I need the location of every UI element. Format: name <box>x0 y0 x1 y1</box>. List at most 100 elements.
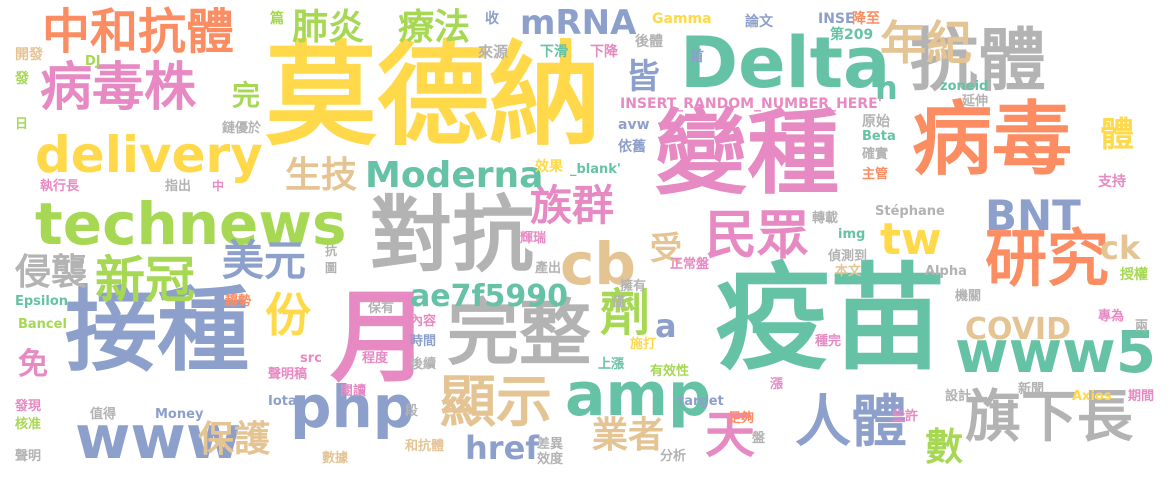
cloud-word: COVID <box>965 312 1071 347</box>
cloud-word: 人體 <box>795 390 907 455</box>
cloud-word: 值得 <box>90 407 117 422</box>
cloud-word: 支持 <box>1098 174 1126 190</box>
cloud-word: 日 <box>15 117 29 132</box>
cloud-word: DJ <box>85 54 101 69</box>
cloud-word: 第209 <box>830 27 874 43</box>
cloud-word: 時間 <box>410 334 437 349</box>
cloud-word: 閱讀 <box>340 384 367 399</box>
cloud-word: ck <box>1100 229 1141 267</box>
cloud-word: 延伸 <box>962 94 989 109</box>
word-cloud: 莫德納 疫苗 接種 變種 病毒 Delta 抗體 對抗 月 完整 technew… <box>0 0 1175 482</box>
cloud-word: 偵測到 <box>828 249 868 264</box>
cloud-word: 新聞 <box>1018 382 1045 397</box>
cloud-word: 施打 <box>630 337 657 352</box>
cloud-word: 差異 <box>537 437 564 452</box>
cloud-word: 效度 <box>537 452 564 467</box>
cloud-word: a <box>655 307 677 345</box>
cloud-word: 份 <box>265 288 311 342</box>
cloud-word: 核准 <box>15 417 42 432</box>
cloud-word: 降至 <box>852 11 880 27</box>
cloud-word: 專為 <box>1098 309 1125 324</box>
cloud-word: avw <box>618 117 650 133</box>
cloud-word: 顯示 <box>440 370 552 435</box>
cloud-word: 中 <box>212 179 225 193</box>
cloud-word: 免 <box>18 347 48 382</box>
cloud-word: 後續 <box>410 357 437 372</box>
cloud-word: 效果 <box>535 159 563 175</box>
cloud-word: 種完 <box>815 334 842 349</box>
cloud-word: Iota <box>268 394 297 409</box>
cloud-word: Beta <box>862 129 896 144</box>
cloud-word: 授權 <box>1120 267 1148 283</box>
cloud-word: 療法 <box>398 7 471 48</box>
cloud-word: 發現 <box>15 399 42 414</box>
cloud-word: 新冠 <box>95 251 195 309</box>
cloud-word: 收 <box>485 11 499 27</box>
cloud-word: 保護 <box>198 419 271 460</box>
cloud-word: Money <box>155 407 204 422</box>
cloud-word: 首 <box>690 49 704 65</box>
cloud-word: 段 <box>405 404 419 419</box>
cloud-word: 有效性 <box>650 364 690 379</box>
cloud-word: 機關 <box>955 289 982 304</box>
cloud-word: 變種 <box>655 100 840 207</box>
cloud-word: 轉載 <box>812 211 839 226</box>
cloud-word: 本文 <box>835 264 862 279</box>
cloud-word: 體 <box>1100 115 1134 155</box>
cloud-word: Stéphane <box>875 204 945 219</box>
cloud-word: 正常盤 <box>670 257 710 272</box>
cloud-word: delivery <box>35 126 263 184</box>
cloud-word: 期間 <box>1128 389 1155 404</box>
cloud-word: 趨勢 <box>225 294 252 309</box>
cloud-word: mRNA <box>520 3 637 43</box>
cloud-word: Alpha <box>925 264 967 279</box>
cloud-word: 病毒株 <box>40 58 197 118</box>
cloud-word: 開發 <box>15 47 43 63</box>
cloud-word: 來源 <box>478 43 509 61</box>
cloud-word: 數 <box>925 425 964 469</box>
cloud-word: Bancel <box>18 317 67 332</box>
cloud-word: Axios <box>1072 389 1112 404</box>
cloud-word: 聲明稿 <box>268 367 308 382</box>
cloud-word: 些許 <box>892 409 919 424</box>
cloud-word: Gamma <box>652 11 712 27</box>
cloud-word: Moderna <box>365 155 544 196</box>
cloud-word: 聲明 <box>15 449 42 464</box>
cloud-word: 原始 <box>862 114 890 130</box>
cloud-word: 發 <box>15 71 29 87</box>
cloud-word: 上漲 <box>598 357 625 372</box>
cloud-word: 足夠 <box>728 411 755 426</box>
cloud-word: 抗 <box>325 244 338 258</box>
cloud-word: 主管 <box>862 167 889 182</box>
cloud-word: 保有 <box>368 301 395 316</box>
cloud-word: 執行長 <box>40 179 80 194</box>
cloud-word: 分析 <box>660 449 687 464</box>
cloud-word: 病毒 <box>912 93 1072 186</box>
cloud-word: 民眾 <box>705 206 810 266</box>
cloud-word: 數據 <box>322 451 349 466</box>
cloud-word: BNT <box>985 191 1081 240</box>
cloud-word: 設計 <box>945 389 972 404</box>
cloud-word: INSE <box>818 11 855 27</box>
cloud-word: INSERT_RANDOM_NUMBER_HERE' <box>620 96 883 112</box>
cloud-word: 產出 <box>535 261 562 276</box>
cloud-word: 完 <box>232 79 261 112</box>
cloud-word: 美元 <box>222 236 307 285</box>
cloud-word: 論文 <box>745 14 773 30</box>
cloud-word: 輝瑞 <box>520 231 547 246</box>
cloud-word: img <box>838 227 866 242</box>
cloud-word: 鏈優於 <box>222 121 262 136</box>
cloud-word: src <box>300 351 322 366</box>
cloud-word: 僅 <box>612 295 626 310</box>
cloud-word: tw <box>880 214 942 265</box>
cloud-word: 疫苗 <box>715 252 946 386</box>
cloud-word: ae7f5990 <box>410 279 569 314</box>
cloud-word: 和抗體 <box>405 439 445 454</box>
cloud-word: 內容 <box>410 314 437 329</box>
cloud-word: 指出 <box>165 179 192 194</box>
cloud-word: 漲 <box>770 377 784 392</box>
cloud-word: 對抗 <box>370 188 535 283</box>
cloud-word: target <box>678 394 724 409</box>
cloud-word: Epsilon <box>15 294 69 309</box>
cloud-word: 年紀 <box>880 16 972 70</box>
